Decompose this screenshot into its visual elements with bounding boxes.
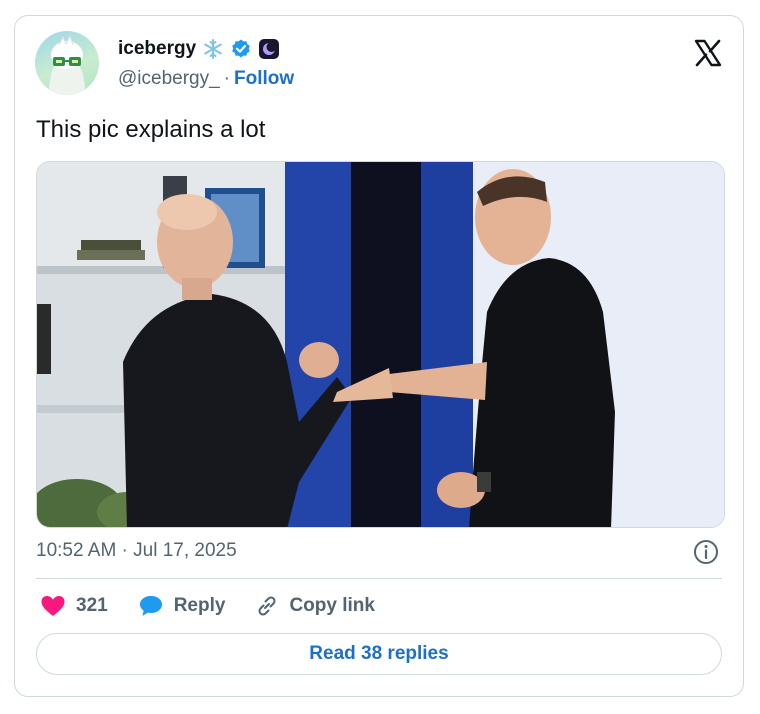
- tweet-card: icebergy @icebergy_ · Follow This pic ex…: [14, 15, 744, 697]
- follow-button[interactable]: Follow: [234, 68, 294, 90]
- avatar-illustration: [49, 34, 85, 95]
- heart-icon: [41, 596, 65, 616]
- author-name-row: icebergy: [118, 38, 280, 60]
- info-icon[interactable]: [693, 539, 719, 565]
- x-logo-icon[interactable]: [693, 38, 723, 68]
- snowflake-icon: [204, 39, 222, 59]
- author-handle[interactable]: @icebergy_: [118, 68, 220, 90]
- copy-link-label: Copy link: [289, 595, 375, 616]
- reply-button[interactable]: Reply: [138, 594, 226, 618]
- link-icon: [258, 596, 276, 616]
- separator-dot: ·: [223, 68, 230, 89]
- photo-handshake-scene: [37, 162, 724, 527]
- divider: [36, 578, 722, 579]
- like-button[interactable]: 321: [40, 594, 108, 618]
- action-bar: 321 Reply Copy link: [40, 594, 405, 618]
- tweet-photo[interactable]: [36, 161, 725, 528]
- tweet-timestamp[interactable]: 10:52 AM · Jul 17, 2025: [36, 540, 237, 562]
- like-count: 321: [76, 595, 108, 616]
- verified-badge-icon: [232, 39, 250, 58]
- reply-bubble-icon: [139, 596, 162, 616]
- author-handle-row: @icebergy_ · Follow: [118, 68, 294, 90]
- avatar[interactable]: [35, 31, 99, 95]
- moon-app-icon: [259, 39, 280, 59]
- read-replies-button[interactable]: Read 38 replies: [36, 633, 722, 675]
- copy-link-button[interactable]: Copy link: [255, 594, 375, 618]
- tweet-text: This pic explains a lot: [36, 116, 266, 143]
- reply-label: Reply: [173, 595, 226, 616]
- author-display-name[interactable]: icebergy: [118, 38, 196, 60]
